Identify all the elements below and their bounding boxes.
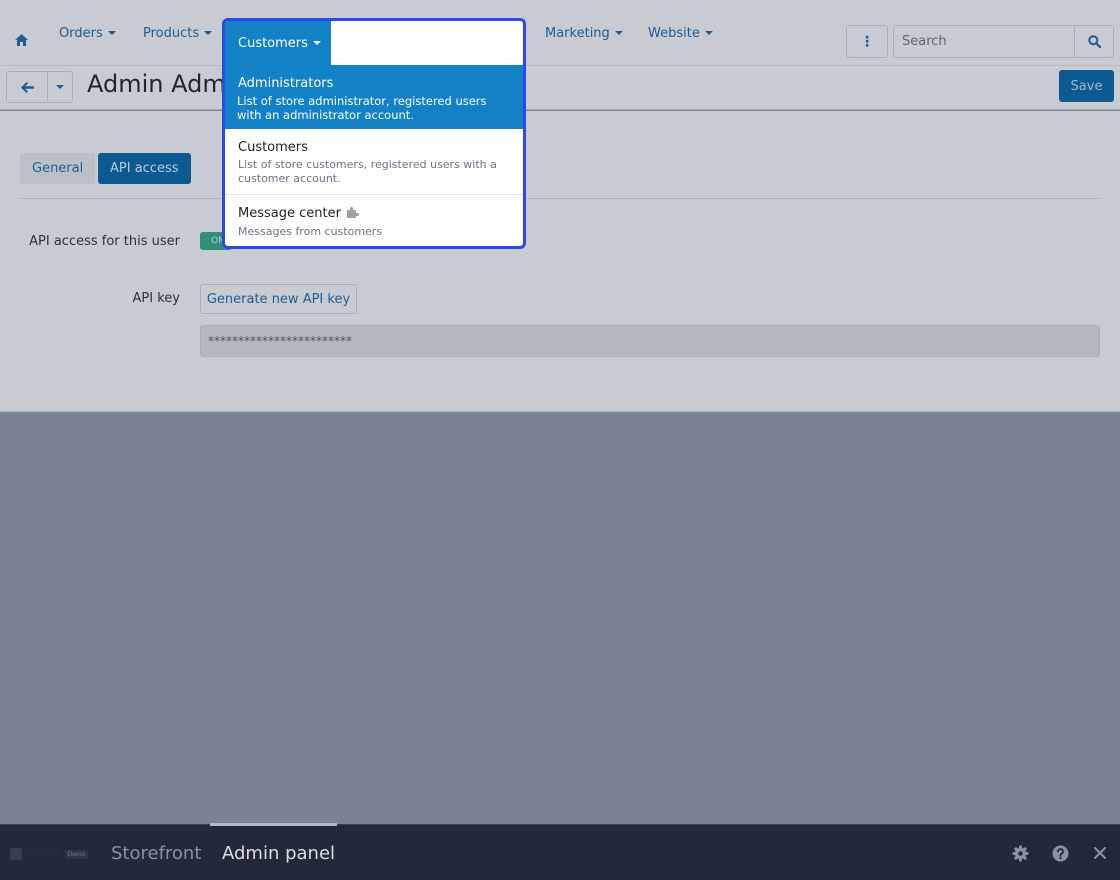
back-dropdown-button[interactable]: [47, 71, 73, 103]
home-icon[interactable]: [15, 34, 28, 47]
search-input[interactable]: [893, 25, 1075, 58]
content-panel: General API access API access for this u…: [0, 111, 1120, 412]
logo: cs-cart Demo: [10, 848, 89, 860]
menu-item-title: Message center: [238, 206, 510, 222]
chevron-down-icon: [56, 85, 64, 89]
menu-item-title: Administrators: [238, 76, 334, 91]
api-key-field[interactable]: ************************: [200, 325, 1100, 357]
kebab-icon: ⋮: [860, 33, 874, 50]
search-button[interactable]: [1074, 25, 1114, 58]
api-access-label: API access for this user: [29, 234, 180, 249]
nav-marketing[interactable]: Marketing: [545, 0, 623, 66]
more-menu-button[interactable]: ⋮: [846, 25, 888, 58]
menu-item-title: Customers: [238, 140, 308, 155]
top-navigation: Orders Products Marketing Website ⋮: [0, 0, 1120, 66]
arrow-left-icon: [20, 81, 34, 93]
tab-general[interactable]: General: [20, 153, 96, 184]
menu-item-message-center[interactable]: Message center Messages from customers: [225, 195, 523, 246]
active-tab-indicator: [210, 823, 337, 826]
menu-item-customers[interactable]: Customers List of store customers, regis…: [225, 129, 523, 195]
title-bar: Admin Admi Save: [0, 66, 1120, 110]
logo-icon: [10, 848, 22, 860]
menu-item-description: Messages from customers: [238, 225, 383, 238]
chevron-down-icon: [614, 31, 623, 35]
nav-products[interactable]: Products: [143, 0, 213, 66]
api-key-label: API key: [132, 291, 180, 306]
chevron-down-icon: [312, 41, 321, 45]
generate-api-key-button[interactable]: Generate new API key: [200, 284, 357, 314]
chevron-down-icon: [204, 31, 213, 35]
chevron-down-icon: [704, 31, 713, 35]
tab-api-access[interactable]: API access: [98, 153, 191, 184]
tab-admin-panel[interactable]: Admin panel: [222, 843, 335, 864]
nav-website[interactable]: Website: [648, 0, 713, 66]
menu-item-description: List of store administrator, registered …: [237, 94, 487, 122]
menu-item-description: List of store customers, registered user…: [238, 158, 497, 185]
save-button[interactable]: Save: [1059, 70, 1114, 102]
help-icon[interactable]: [1051, 844, 1069, 862]
nav-customers[interactable]: Customers: [225, 21, 331, 65]
bottom-bar: cs-cart Demo Storefront Admin panel: [0, 823, 1120, 880]
tab-storefront[interactable]: Storefront: [111, 843, 201, 864]
divider: [20, 198, 1100, 199]
nav-orders[interactable]: Orders: [59, 0, 116, 66]
close-icon[interactable]: [1091, 844, 1109, 862]
puzzle-icon: [346, 207, 359, 222]
customers-dropdown: Customers Administrators List of store a…: [222, 18, 526, 249]
menu-item-administrators[interactable]: Administrators List of store administrat…: [225, 65, 523, 129]
gear-icon[interactable]: [1011, 844, 1029, 862]
back-button[interactable]: [6, 71, 48, 103]
page-title: Admin Admi: [87, 70, 233, 98]
search-icon: [1087, 35, 1101, 48]
chevron-down-icon: [107, 31, 116, 35]
